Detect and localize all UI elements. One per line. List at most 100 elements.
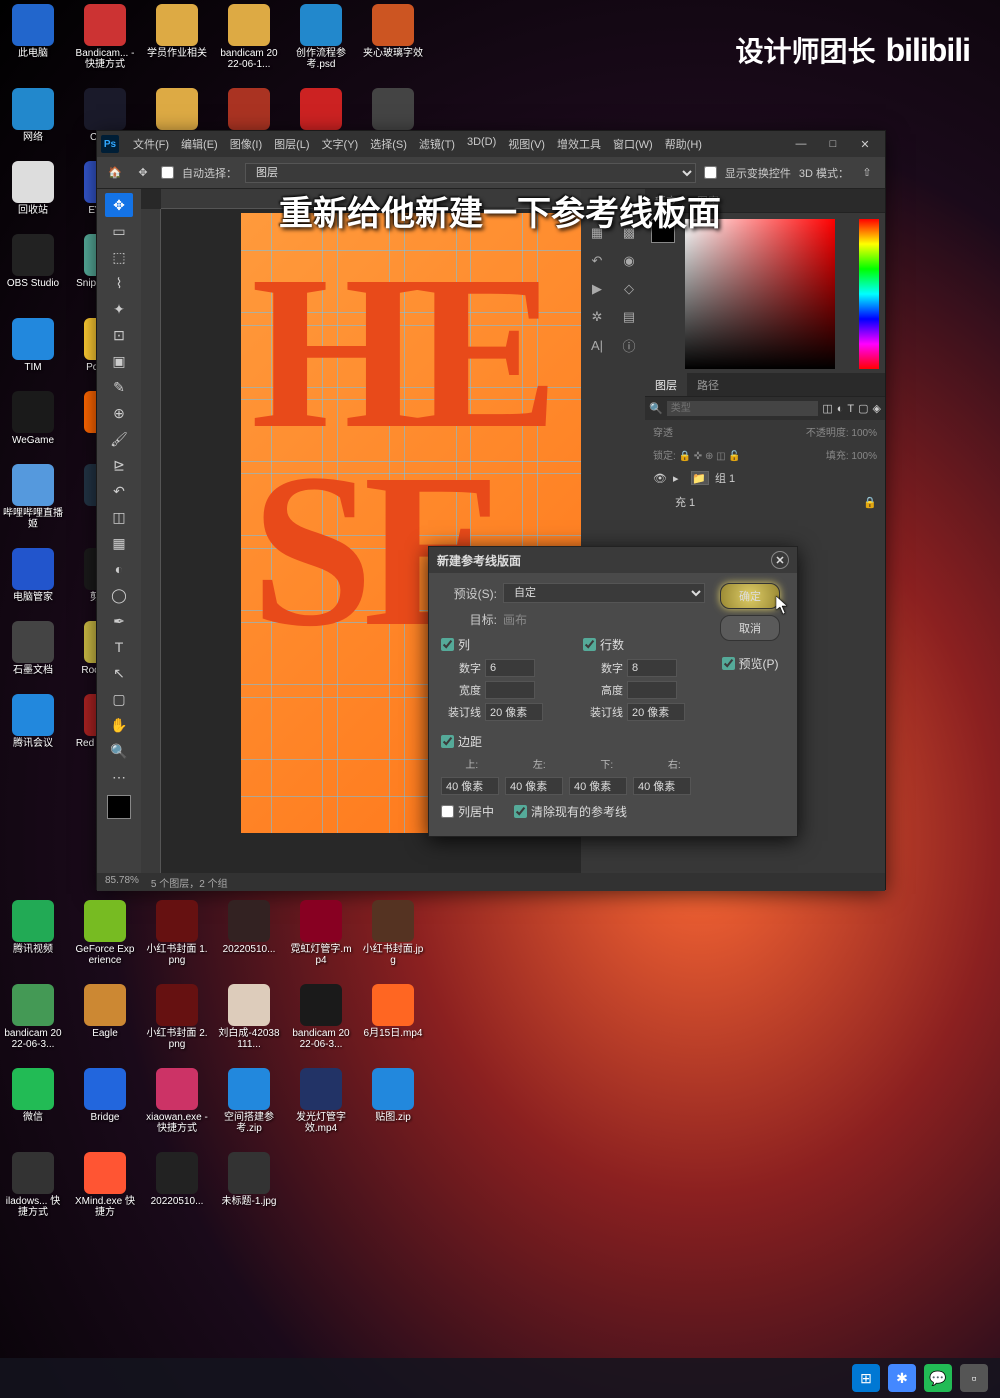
zoom-level[interactable]: 85.78% <box>105 875 139 889</box>
desktop-icon[interactable]: Bandicam... - 快捷方式 <box>74 4 136 70</box>
menu-item[interactable]: 窗口(W) <box>607 136 659 152</box>
heal-tool[interactable]: ⊕ <box>105 401 133 425</box>
brush-tool[interactable]: 🖌 <box>105 427 133 451</box>
ok-button[interactable]: 确定 <box>720 583 780 609</box>
preview-checkbox[interactable] <box>722 657 735 670</box>
desktop-icon[interactable]: 空间搭建参考.zip <box>218 1068 280 1134</box>
desktop-icon[interactable]: 腾讯会议 <box>2 694 64 749</box>
start-button[interactable]: ⊞ <box>852 1364 880 1392</box>
rows-height-input[interactable] <box>627 681 677 699</box>
desktop-icon[interactable]: 贴图.zip <box>362 1068 424 1134</box>
lasso-tool[interactable]: ⌇ <box>105 271 133 295</box>
menu-item[interactable]: 3D(D) <box>461 136 502 152</box>
desktop-icon[interactable]: XMind.exe 快捷方 <box>74 1152 136 1218</box>
filter-adjust-icon[interactable]: ◐ <box>837 403 844 415</box>
rows-count-input[interactable] <box>627 659 677 677</box>
type-tool[interactable]: T <box>105 635 133 659</box>
character-icon[interactable]: A| <box>587 335 607 355</box>
taskbar-app-1[interactable]: ✱ <box>888 1364 916 1392</box>
margins-checkbox[interactable] <box>441 735 454 748</box>
artboard-tool[interactable]: ▭ <box>105 219 133 243</box>
hand-tool[interactable]: ✋ <box>105 713 133 737</box>
opacity-value[interactable]: 100% <box>851 428 877 439</box>
chevron-right-icon[interactable]: ▸ <box>673 472 685 485</box>
auto-select-checkbox[interactable] <box>161 166 174 179</box>
blend-mode[interactable]: 穿透 <box>653 424 673 439</box>
desktop-icon[interactable]: 小红书封面 2.png <box>146 984 208 1050</box>
menu-item[interactable]: 增效工具 <box>551 136 607 152</box>
desktop-icon[interactable]: 小红书封面.jpg <box>362 900 424 966</box>
desktop-icon[interactable]: 创作流程参考.psd <box>290 4 352 70</box>
properties-icon[interactable]: ✲ <box>587 307 607 327</box>
columns-width-input[interactable] <box>485 681 535 699</box>
frame-tool[interactable]: ▣ <box>105 349 133 373</box>
menu-item[interactable]: 图层(L) <box>268 136 315 152</box>
desktop-icon[interactable]: xiaowan.exe - 快捷方式 <box>146 1068 208 1134</box>
channels-icon[interactable]: ▤ <box>619 307 639 327</box>
brushes-icon[interactable]: ◉ <box>619 251 639 271</box>
desktop-icon[interactable]: 发光灯管字效.mp4 <box>290 1068 352 1134</box>
wand-tool[interactable]: ✦ <box>105 297 133 321</box>
filter-image-icon[interactable]: ◫ <box>822 402 832 415</box>
minimize-button[interactable]: — <box>785 133 817 155</box>
desktop-icon[interactable]: 20220510... <box>218 900 280 966</box>
pen-tool[interactable]: ✒ <box>105 609 133 633</box>
layers-tab[interactable]: 图层 <box>645 373 687 396</box>
menu-item[interactable]: 编辑(E) <box>175 136 224 152</box>
crop-tool[interactable]: ⊡ <box>105 323 133 347</box>
history-icon[interactable]: ↶ <box>587 251 607 271</box>
desktop-icon[interactable]: OBS Studio <box>2 234 64 300</box>
cancel-button[interactable]: 取消 <box>720 615 780 641</box>
layer-fill-row[interactable]: 充 1 🔒 <box>645 490 885 514</box>
desktop-icon[interactable]: 刘白成-42038111... <box>218 984 280 1050</box>
columns-checkbox[interactable] <box>441 638 454 651</box>
eraser-tool[interactable]: ◫ <box>105 505 133 529</box>
menu-item[interactable]: 视图(V) <box>502 136 551 152</box>
margin-left-input[interactable] <box>505 777 563 795</box>
info-icon[interactable]: ⓘ <box>619 335 639 355</box>
layer-name[interactable]: 充 1 <box>675 494 695 510</box>
filter-type-icon[interactable]: T <box>847 403 854 415</box>
menu-item[interactable]: 文字(Y) <box>316 136 365 152</box>
actions-icon[interactable]: ▶ <box>587 279 607 299</box>
desktop-icon[interactable]: Eagle <box>74 984 136 1050</box>
desktop-icon[interactable]: 腾讯视频 <box>2 900 64 966</box>
columns-gutter-input[interactable] <box>485 703 543 721</box>
desktop-icon[interactable]: 石墨文档 <box>2 621 64 676</box>
desktop-icon[interactable]: 未标题-1.jpg <box>218 1152 280 1218</box>
layer-select[interactable]: 图层 <box>245 163 696 183</box>
paths-tab[interactable]: 路径 <box>687 373 729 396</box>
desktop-icon[interactable]: Bridge <box>74 1068 136 1134</box>
marquee-tool[interactable]: ⬚ <box>105 245 133 269</box>
menu-item[interactable]: 帮助(H) <box>659 136 708 152</box>
clear-existing-checkbox[interactable] <box>514 805 527 818</box>
move-icon[interactable]: ✥ <box>133 163 153 183</box>
maximize-button[interactable]: □ <box>817 133 849 155</box>
menu-item[interactable]: 选择(S) <box>364 136 413 152</box>
desktop-icon[interactable]: 电脑管家 <box>2 548 64 603</box>
desktop-icon[interactable]: bandicam 2022-06-3... <box>2 984 64 1050</box>
path-tool[interactable]: ↖ <box>105 661 133 685</box>
desktop-icon[interactable]: 小红书封面 1.png <box>146 900 208 966</box>
filter-smart-icon[interactable]: ◈ <box>873 402 881 415</box>
close-button[interactable]: ✕ <box>849 133 881 155</box>
dialog-close-button[interactable]: ✕ <box>771 551 789 569</box>
desktop-icon[interactable]: 夹心玻璃字效 <box>362 4 424 70</box>
margin-right-input[interactable] <box>633 777 691 795</box>
desktop-icon[interactable]: 网络 <box>2 88 64 143</box>
menu-item[interactable]: 图像(I) <box>224 136 268 152</box>
desktop-icon[interactable]: iladows... 快捷方式 <box>2 1152 64 1218</box>
blur-tool[interactable]: ◐ <box>105 557 133 581</box>
desktop-icon[interactable]: bandicam 2022-06-1... <box>218 4 280 70</box>
stamp-tool[interactable]: ⊵ <box>105 453 133 477</box>
layer-name[interactable]: 组 1 <box>715 470 735 486</box>
foreground-color-icon[interactable] <box>107 795 131 819</box>
filter-shape-icon[interactable]: ▢ <box>858 402 868 415</box>
layer-filter-input[interactable] <box>667 401 819 416</box>
color-panel[interactable] <box>645 213 885 373</box>
hue-slider[interactable] <box>859 219 879 369</box>
share-icon[interactable]: ⇧ <box>857 163 877 183</box>
desktop-icon[interactable]: GeForce Experience <box>74 900 136 966</box>
margin-bottom-input[interactable] <box>569 777 627 795</box>
preset-select[interactable]: 自定 <box>503 583 705 603</box>
